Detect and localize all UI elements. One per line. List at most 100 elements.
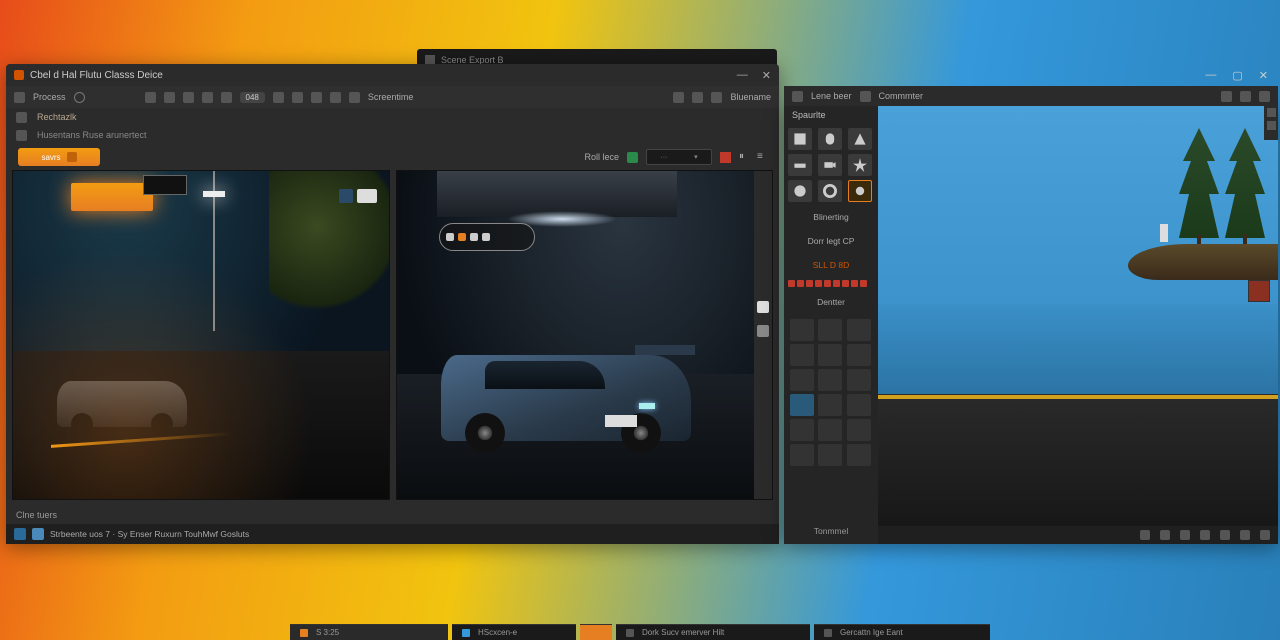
tool-icon[interactable] [349,92,360,103]
menu-label[interactable]: Screentime [368,92,414,102]
status-icon[interactable] [1140,530,1150,540]
prim-camera[interactable] [818,154,842,176]
asset-thumb[interactable] [818,344,842,366]
left-app-window: Cbel d Hal Flutu Classs Deice — ✕ Proces… [6,64,779,544]
asset-thumb[interactable] [847,319,871,341]
asset-thumb[interactable] [847,419,871,441]
tool-icon[interactable] [1221,91,1232,102]
tool-icon[interactable] [145,92,156,103]
menu-icon[interactable]: ≡ [757,152,767,162]
info-icon[interactable] [14,528,26,540]
tool-icon[interactable] [164,92,175,103]
task-label: Dork Sucv emerver Hilt [642,628,724,637]
tool-icon[interactable] [221,92,232,103]
circle-icon[interactable] [74,92,85,103]
tool-icon[interactable] [330,92,341,103]
section-label[interactable]: Dentter [817,297,845,307]
breadcrumb[interactable]: Husentans Ruse arunertect [37,130,147,140]
prim-light[interactable] [848,180,872,202]
gizmo-cube[interactable] [1248,280,1270,302]
status-icon[interactable] [1180,530,1190,540]
status-icon[interactable] [1200,530,1210,540]
tool-icon[interactable] [311,92,322,103]
asset-thumb[interactable] [790,419,814,441]
prim-plane[interactable] [788,154,812,176]
close-button[interactable]: ✕ [1259,69,1268,82]
menu-item[interactable]: Commmter [879,91,924,101]
prim-sphere[interactable] [788,180,812,202]
taskbar-item[interactable]: Gercattn Ige Eant [814,624,990,640]
minimize-button[interactable]: — [737,69,748,82]
viewport-garage[interactable] [396,170,774,500]
section-label[interactable]: Blinerting [813,212,848,222]
tool-icon[interactable] [1240,91,1251,102]
taskbar-item[interactable] [580,624,612,640]
status-icon[interactable] [1260,530,1270,540]
tool-icon[interactable] [273,92,284,103]
section-label[interactable]: SLL D 8D [813,260,850,270]
status-icon[interactable] [1240,530,1250,540]
asset-thumb[interactable] [847,344,871,366]
status-icon[interactable] [1160,530,1170,540]
task-label: HScxcen-e [478,628,517,637]
nav-icon[interactable] [16,130,27,141]
tool-icon[interactable] [202,92,213,103]
sub-menubar: Rechtazlk [6,108,779,126]
status-icon[interactable] [1220,530,1230,540]
asset-thumb[interactable] [847,369,871,391]
asset-thumb[interactable] [790,319,814,341]
viewport-toolbar: savrs Roll lece ···▾ ⏸ ≡ [6,144,779,170]
tool-icon[interactable] [711,92,722,103]
asset-thumb[interactable] [818,444,842,466]
asset-thumb[interactable] [790,394,814,416]
sub-label[interactable]: Rechtazlk [37,112,77,122]
asset-thumb[interactable] [847,444,871,466]
prim-star[interactable] [848,154,872,176]
prim-cone[interactable] [848,128,872,150]
minimize-button[interactable]: — [1205,69,1216,81]
timeline-dots[interactable] [788,280,874,287]
render-button[interactable]: savrs [18,148,100,166]
wheel [465,413,505,453]
viewport-landscape[interactable] [878,104,1278,544]
phone-icon[interactable] [627,152,638,163]
menu-item[interactable]: Process [33,92,66,102]
taskbar-item[interactable]: HScxcen-e [452,624,576,640]
asset-thumb[interactable] [818,369,842,391]
asset-thumb[interactable] [790,444,814,466]
asset-thumb[interactable] [818,394,842,416]
menu-label[interactable]: Bluename [730,92,771,102]
record-icon[interactable] [720,152,731,163]
tool-icon[interactable] [1267,108,1276,117]
tool-icon[interactable] [692,92,703,103]
section-label[interactable]: Dorr legt CP [808,236,855,246]
asset-thumb[interactable] [847,394,871,416]
menubar: Process 048 Screentime [6,86,779,108]
layers-icon[interactable] [32,528,44,540]
pause-icon[interactable]: ⏸ [739,152,749,162]
close-button[interactable]: ✕ [762,69,771,82]
viewport-street[interactable] [12,170,390,500]
taskbar-item[interactable]: Dork Sucv emerver Hilt [616,624,810,640]
tool-icon[interactable] [183,92,194,103]
tool-icon[interactable] [1259,91,1270,102]
asset-thumb[interactable] [818,319,842,341]
prim-cube[interactable] [788,128,812,150]
gizmo-icon[interactable] [757,301,769,313]
bookmark-icon[interactable] [16,112,27,123]
asset-thumb[interactable] [790,344,814,366]
gizmo-icon[interactable] [757,325,769,337]
asset-thumb[interactable] [790,369,814,391]
maximize-button[interactable]: ▢ [1232,69,1242,82]
asset-grid [788,317,874,468]
tool-icon[interactable] [673,92,684,103]
menu-item[interactable]: Lene beer [811,91,852,101]
tool-icon[interactable] [292,92,303,103]
prim-torus[interactable] [818,180,842,202]
home-icon[interactable] [14,92,25,103]
asset-thumb[interactable] [818,419,842,441]
titlebar[interactable]: Cbel d Hal Flutu Classs Deice — ✕ [6,64,779,86]
prim-cylinder[interactable] [818,128,842,150]
taskbar-item[interactable]: S 3:25 [290,624,448,640]
transform-dropdown[interactable]: ···▾ [646,149,712,165]
